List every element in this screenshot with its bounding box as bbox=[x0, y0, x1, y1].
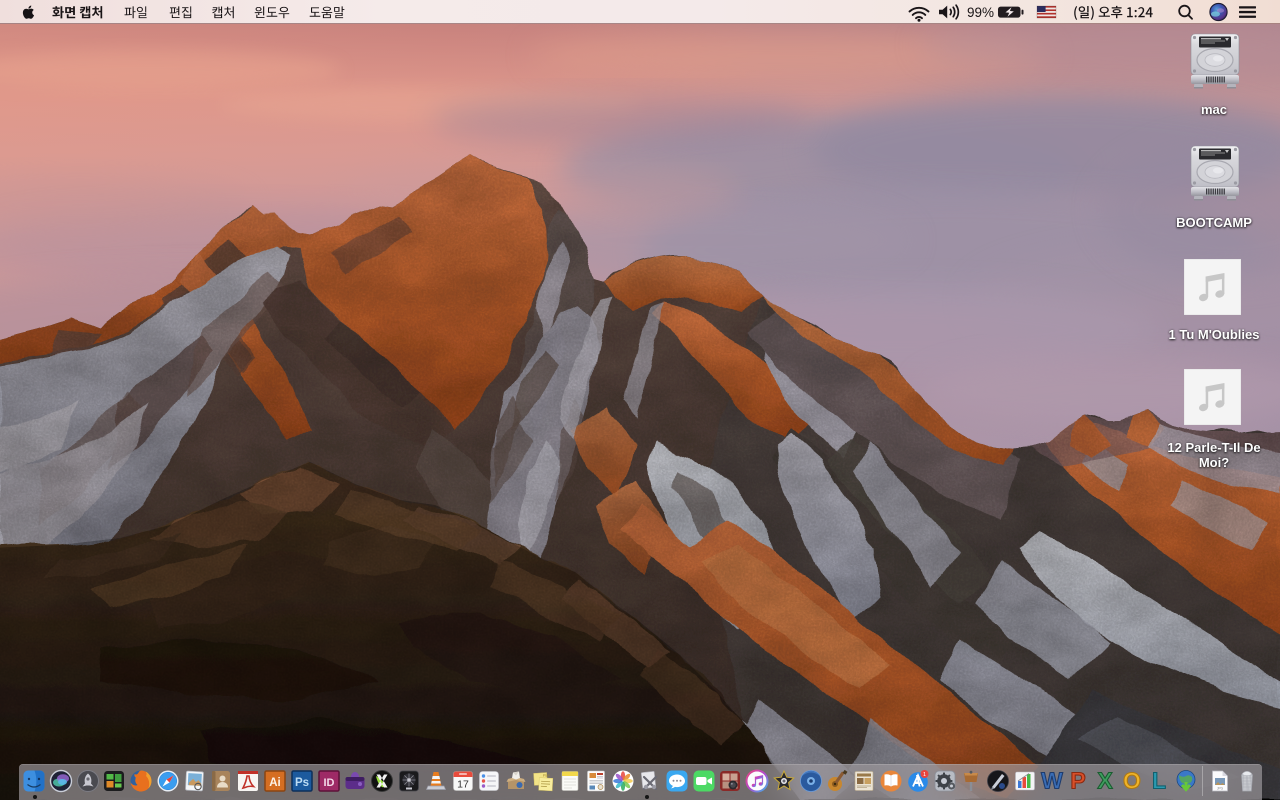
svg-text:O: O bbox=[1123, 769, 1141, 793]
svg-text:X: X bbox=[1098, 769, 1114, 793]
svg-text:99%: 99% bbox=[967, 5, 994, 20]
svg-text:17: 17 bbox=[457, 779, 469, 791]
svg-text:W: W bbox=[1041, 769, 1063, 793]
svg-text:Ai: Ai bbox=[269, 777, 281, 789]
svg-text:L: L bbox=[1152, 769, 1166, 793]
svg-text:JPG: JPG bbox=[1217, 787, 1224, 791]
svg-text:Plan: Plan bbox=[542, 773, 549, 777]
svg-text:ID: ID bbox=[323, 777, 334, 789]
svg-text:Ps: Ps bbox=[295, 777, 309, 789]
svg-text:1: 1 bbox=[923, 772, 926, 778]
svg-text:P: P bbox=[1071, 769, 1086, 793]
